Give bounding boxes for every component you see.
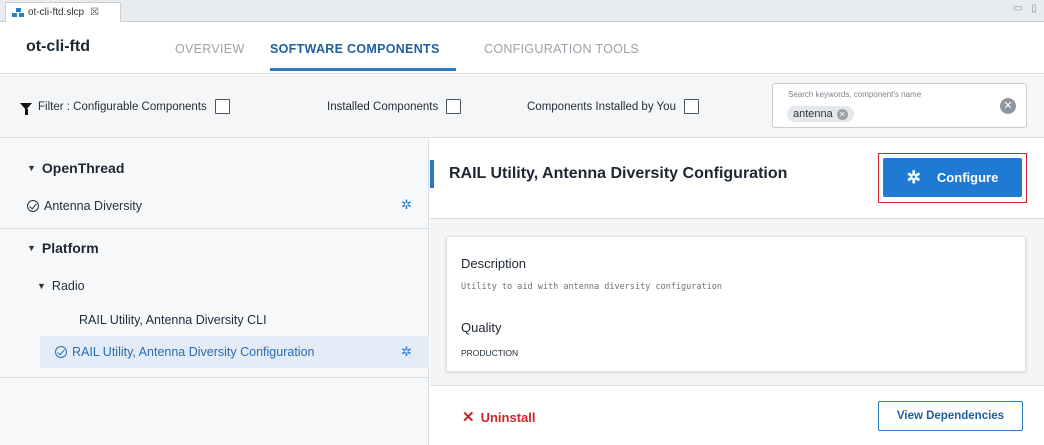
tree-divider: [0, 228, 429, 229]
project-title: ot-cli-ftd: [26, 38, 90, 55]
uninstall-label: Uninstall: [480, 409, 536, 425]
configure-gear-icon[interactable]: ✲: [401, 344, 412, 360]
editor-tab[interactable]: ot-cli-ftd.slcp ☒: [5, 2, 121, 22]
clear-search-icon[interactable]: ✕: [1000, 98, 1016, 114]
tree-group-label: OpenThread: [41, 160, 125, 176]
filter-installed-label: Installed Components: [327, 100, 439, 113]
filter-icon: [20, 103, 32, 115]
tree-subgroup-label: Radio: [51, 279, 85, 293]
filter-configurable-label: Filter : Configurable Components: [38, 100, 207, 113]
remove-chip-icon[interactable]: ✕: [836, 108, 848, 120]
search-input[interactable]: Search keywords, component's name antenn…: [772, 83, 1027, 128]
tree-item-antenna-diversity-cli[interactable]: RAIL Utility, Antenna Diversity CLI: [79, 313, 267, 327]
installed-by-you-checkbox[interactable]: [683, 99, 699, 114]
filter-bar: Filter : Configurable Components Install…: [0, 75, 1044, 138]
installed-checkbox[interactable]: [446, 99, 462, 114]
tree-item-antenna-diversity-configuration[interactable]: RAIL Utility, Antenna Diversity Configur…: [55, 345, 314, 359]
tree-group-platform[interactable]: ▼ Platform: [27, 240, 99, 256]
tree-divider: [0, 377, 429, 378]
description-text: Utility to aid with antenna diversity co…: [461, 282, 722, 292]
configure-button[interactable]: ✲ Configure: [883, 158, 1022, 197]
installed-check-icon: [55, 346, 67, 358]
editor-tab-strip: ot-cli-ftd.slcp ☒ ▭ ▯: [0, 0, 1044, 22]
filter-installed: Installed Components: [327, 99, 462, 114]
active-tab-indicator: [270, 68, 456, 71]
configure-gear-icon[interactable]: ✲: [401, 197, 412, 213]
configurable-checkbox[interactable]: [214, 99, 230, 114]
tree-subgroup-radio[interactable]: ▼ Radio: [37, 279, 85, 293]
tree-item-antenna-diversity[interactable]: Antenna Diversity: [27, 199, 142, 213]
configure-button-label: Configure: [936, 170, 999, 185]
editor-tab-label: ot-cli-ftd.slcp: [28, 7, 85, 18]
title-accent-bar: [430, 160, 434, 188]
close-icon: ✕: [462, 409, 475, 426]
expand-caret-icon: ▼: [27, 163, 36, 173]
tree-item-label: RAIL Utility, Antenna Diversity Configur…: [72, 345, 315, 359]
tab-overview[interactable]: OVERVIEW: [175, 42, 245, 56]
expand-caret-icon: ▼: [37, 281, 46, 291]
close-tab-icon[interactable]: ☒: [90, 7, 99, 18]
quality-value: PRODUCTION: [461, 348, 519, 358]
page-header: ot-cli-ftd OVERVIEW SOFTWARE COMPONENTS …: [0, 22, 1044, 74]
description-label: Description: [461, 256, 527, 271]
filter-installed-by-you: Components Installed by You: [527, 99, 699, 114]
details-title-bar: RAIL Utility, Antenna Diversity Configur…: [430, 139, 1044, 219]
tree-item-label: Antenna Diversity: [44, 199, 142, 213]
uninstall-button[interactable]: ✕ Uninstall: [462, 408, 535, 426]
component-title: RAIL Utility, Antenna Diversity Configur…: [449, 165, 788, 182]
search-chip-label: antenna: [793, 108, 833, 120]
search-chip[interactable]: antenna ✕: [787, 106, 854, 122]
quality-label: Quality: [461, 320, 502, 335]
expand-caret-icon: ▼: [27, 243, 36, 253]
tab-software-components[interactable]: SOFTWARE COMPONENTS: [270, 42, 440, 56]
component-details: RAIL Utility, Antenna Diversity Configur…: [430, 139, 1044, 445]
tree-item-label: RAIL Utility, Antenna Diversity CLI: [79, 313, 267, 327]
tree-group-label: Platform: [41, 240, 99, 256]
project-file-icon: [12, 7, 25, 18]
actions-bar: ✕ Uninstall View Dependencies: [430, 385, 1044, 445]
filter-configurable: Filter : Configurable Components: [20, 99, 230, 115]
gear-icon: ✲: [906, 167, 921, 187]
installed-check-icon: [27, 200, 39, 212]
tab-configuration-tools[interactable]: CONFIGURATION TOOLS: [484, 42, 639, 56]
search-placeholder: Search keywords, component's name: [788, 90, 922, 99]
view-dependencies-button[interactable]: View Dependencies: [878, 401, 1023, 431]
filter-installed-by-you-label: Components Installed by You: [527, 100, 676, 113]
description-card: Description Utility to aid with antenna …: [446, 236, 1026, 372]
component-tree: ▼ OpenThread Antenna Diversity ✲ ▼ Platf…: [0, 139, 429, 445]
minimize-maximize-icon[interactable]: ▭ ▯: [1013, 3, 1040, 14]
tree-group-openthread[interactable]: ▼ OpenThread: [27, 160, 124, 176]
